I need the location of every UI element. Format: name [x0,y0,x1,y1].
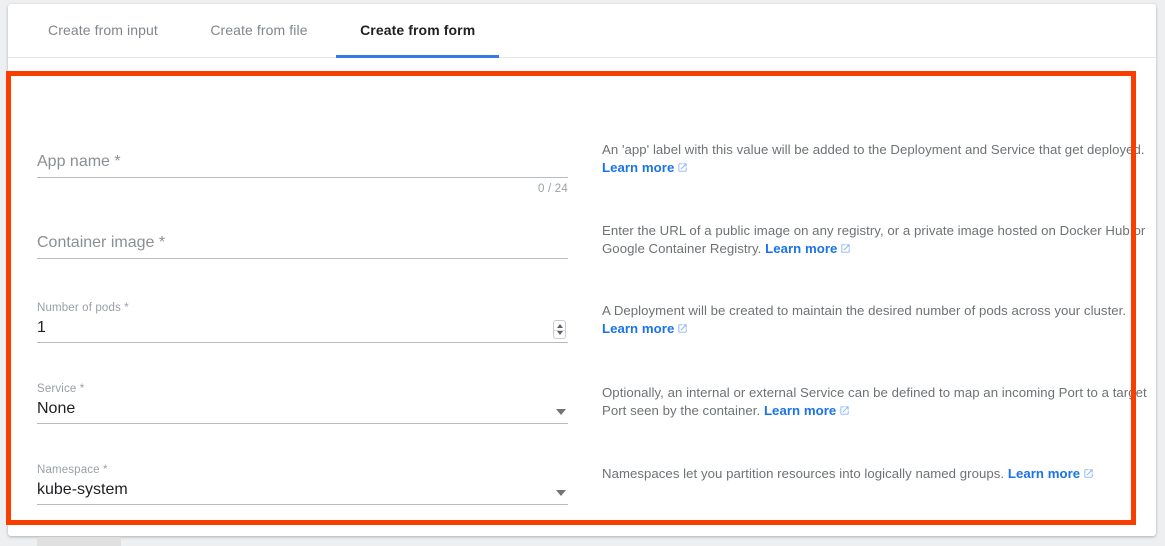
service-label: Service * [37,383,85,395]
tab-create-from-input[interactable]: Create from input [24,4,182,58]
container-image-help-text: Enter the URL of a public image on any r… [602,222,1147,258]
preview-button[interactable]: Preview [137,537,224,546]
service-underline [37,423,568,424]
namespace-select[interactable]: Namespace * kube-system [37,463,568,505]
namespace-underline [37,504,568,505]
tab-label: Create from form [360,22,476,38]
deploy-button[interactable]: Deploy [37,537,122,546]
open-in-new-icon[interactable] [839,403,850,415]
stepper-up-icon[interactable] [557,324,563,328]
namespace-label: Namespace * [37,464,108,476]
help-text: A Deployment will be created to maintain… [602,303,1127,318]
container-image-field[interactable]: Container image * [37,232,568,259]
app-name-placeholder: App name * [37,153,121,170]
number-of-pods-underline [37,342,568,343]
tab-label: Create from input [48,22,158,38]
page-root: Create from input Create from file Creat… [0,0,1165,546]
learn-more-link[interactable]: Learn more [764,403,836,418]
container-image-placeholder: Container image * [37,234,166,251]
namespace-help-text: Namespaces let you partition resources i… [602,465,1147,483]
app-name-help-text: An 'app' label with this value will be a… [602,141,1147,177]
number-of-pods-value: 1 [37,319,46,336]
form-actions: Deploy Preview Cancel Show advanced opti… [37,537,533,546]
chevron-down-icon[interactable] [556,490,566,496]
service-help-text: Optionally, an internal or external Serv… [602,384,1147,420]
tab-bar: Create from input Create from file Creat… [8,4,1156,58]
number-of-pods-field[interactable]: Number of pods * 1 [37,301,568,343]
chevron-down-icon[interactable] [556,409,566,415]
open-in-new-icon[interactable] [677,160,688,172]
help-text: Optionally, an internal or external Serv… [602,385,1147,418]
learn-more-link[interactable]: Learn more [1008,466,1080,481]
create-resource-card: Create from input Create from file Creat… [8,4,1156,546]
number-of-pods-help-text: A Deployment will be created to maintain… [602,302,1147,338]
show-advanced-options-button[interactable]: Show advanced options [335,537,533,546]
container-image-underline [37,258,568,259]
cancel-button[interactable]: Cancel [240,537,319,546]
number-of-pods-label: Number of pods * [37,302,129,314]
open-in-new-icon[interactable] [677,321,688,333]
tab-label: Create from file [210,22,308,38]
learn-more-link[interactable]: Learn more [602,160,674,175]
open-in-new-icon[interactable] [1083,466,1094,478]
help-text: Enter the URL of a public image on any r… [602,223,1146,256]
stepper-down-icon[interactable] [557,331,563,335]
namespace-value: kube-system [37,481,128,498]
learn-more-link[interactable]: Learn more [765,241,837,256]
service-value: None [37,400,76,417]
app-name-character-counter: 0 / 24 [538,183,568,195]
open-in-new-icon[interactable] [840,241,851,253]
help-text: Namespaces let you partition resources i… [602,466,1005,481]
learn-more-link[interactable]: Learn more [602,321,674,336]
tab-create-from-file[interactable]: Create from file [186,4,331,58]
help-text: An 'app' label with this value will be a… [602,142,1145,157]
service-select[interactable]: Service * None [37,382,568,424]
number-of-pods-stepper[interactable] [553,320,566,339]
app-name-field[interactable]: App name * 0 / 24 [37,151,568,195]
tab-create-from-form[interactable]: Create from form [336,4,500,58]
